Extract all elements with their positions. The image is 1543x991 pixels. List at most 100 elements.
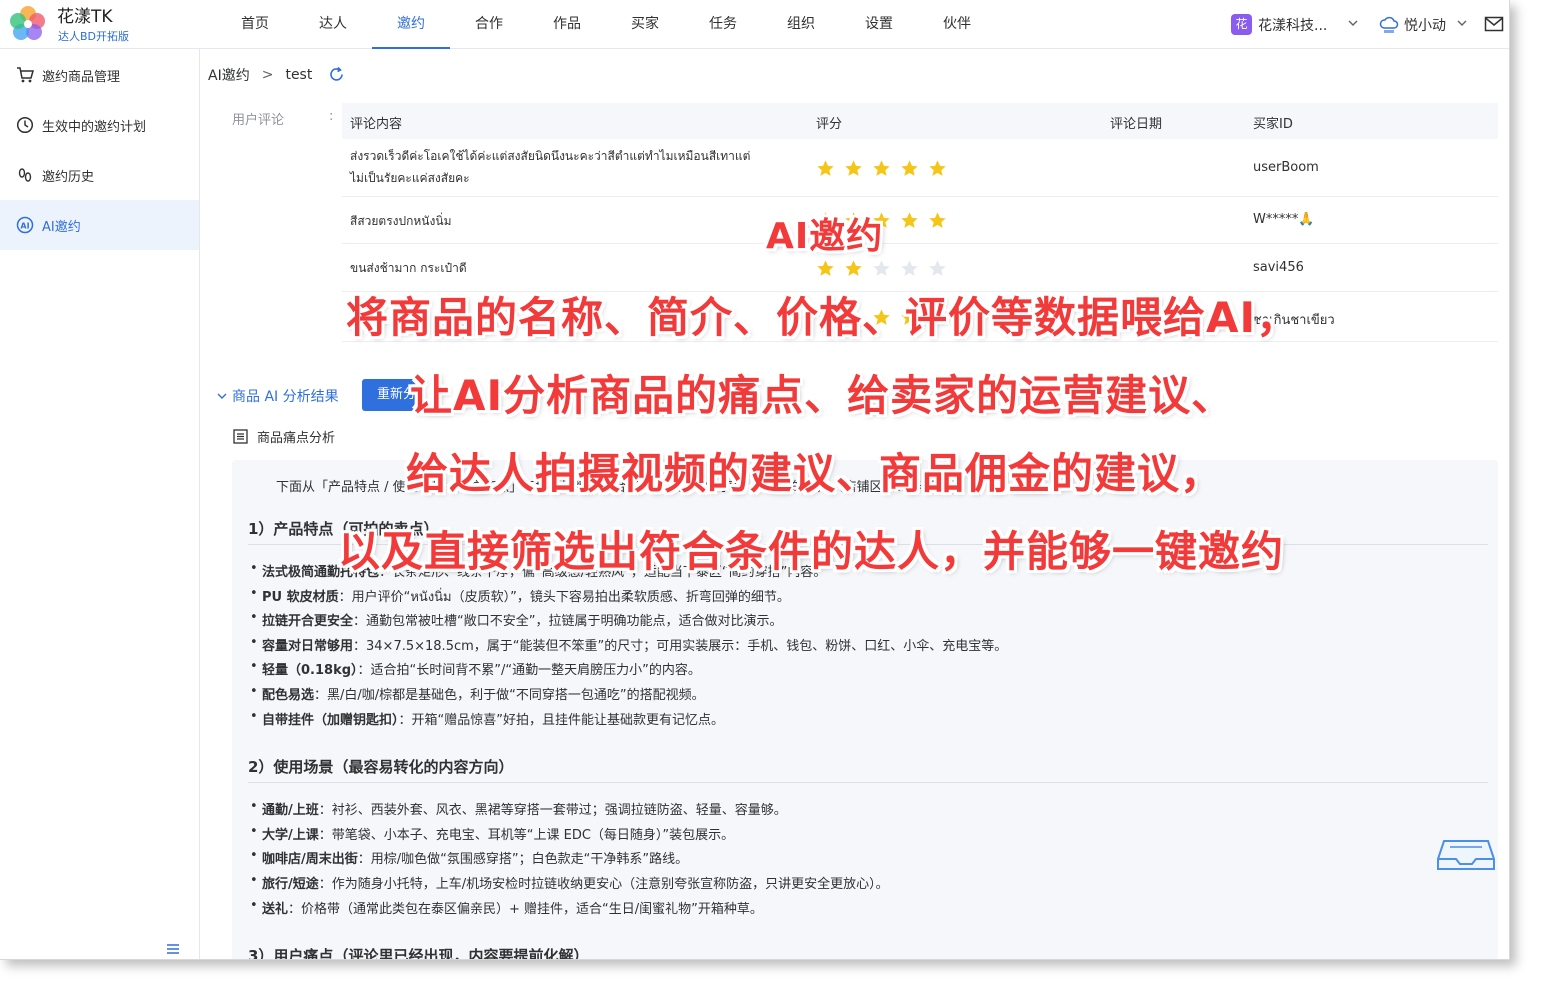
analysis-list-item: PU 软皮材质：用户评价“หนังนิ่ม（皮质软）”，镜头下容易拍出柔软质感、… bbox=[250, 586, 790, 607]
nav-tab[interactable]: 伙伴 bbox=[918, 0, 996, 49]
review-row: สีสวยตรงปกหนังนิ่ม W*****🙏 bbox=[342, 197, 1498, 244]
mail-icon[interactable] bbox=[1484, 15, 1504, 33]
star-icon bbox=[844, 259, 863, 278]
pain-analysis-title-text: 商品痛点分析 bbox=[257, 431, 336, 446]
overlay-line: 给达人拍摄视频的建议、商品佣金的建议， bbox=[406, 449, 1224, 498]
analysis-item-key: 配色易选 bbox=[262, 688, 315, 703]
user-name[interactable]: 悦小动 bbox=[1404, 15, 1446, 35]
ai-result-toggle-label: 商品 AI 分析结果 bbox=[232, 389, 339, 405]
breadcrumb-separator-icon: > bbox=[261, 67, 274, 83]
analysis-item-text: ：价格带（通常此类包在泰区偏亲民）+ 赠挂件，适合“生日/闺蜜礼物”开箱种草。 bbox=[288, 901, 763, 917]
divider bbox=[248, 782, 1488, 784]
review-content-line: ส่งรวดเร็วดีค่ะโอเคใช้ได้ค่ะแต่สงสัยนิดน… bbox=[350, 149, 751, 163]
review-content: ขนส่งช้ามาก กระเป๋าดี bbox=[350, 257, 467, 279]
analysis-item-key: 拉链开合更安全 bbox=[262, 614, 354, 630]
overlay-line: 让AI分析商品的痛点、给卖家的运营建议、 bbox=[410, 371, 1235, 420]
analysis-heading: 3）用户痛点（评论里已经出现，内容要提前化解） bbox=[248, 947, 589, 960]
nav-tab[interactable]: 合作 bbox=[450, 0, 528, 49]
ai-icon: AI bbox=[16, 216, 34, 234]
analysis-item-key: 容量对日常够用 bbox=[262, 638, 354, 654]
star-icon bbox=[928, 211, 947, 230]
nav-tab[interactable]: 组织 bbox=[762, 0, 840, 49]
main-nav: 首页 达人 邀约 合作 作品 买家 任务 组织 设置 伙伴 bbox=[216, 0, 996, 49]
chevron-down-icon bbox=[217, 393, 227, 399]
sidebar-item-label: 邀约历史 bbox=[42, 169, 95, 185]
nav-tab[interactable]: 邀约 bbox=[372, 0, 450, 49]
analysis-item-key: PU 软皮材质 bbox=[262, 589, 339, 605]
star-icon bbox=[872, 259, 891, 278]
sidebar-item-invite-products[interactable]: 邀约商品管理 bbox=[0, 50, 199, 100]
overlay-line: 以及直接筛选出符合条件的达人，并能够一键邀约 bbox=[338, 527, 1285, 576]
nav-tab[interactable]: 首页 bbox=[216, 0, 294, 49]
top-bar: 花漾TK 达人BD开拓版 首页 达人 邀约 合作 作品 买家 任务 组织 设置 伙伴 花 花漾科技… bbox=[0, 0, 1509, 49]
analysis-heading: 2）使用场景（最容易转化的内容方向） bbox=[248, 758, 514, 777]
sidebar-item-ai-invite[interactable]: AI AI邀约 bbox=[0, 200, 199, 250]
inbox-float-icon[interactable] bbox=[1434, 829, 1498, 873]
breadcrumb-current: test bbox=[285, 67, 313, 83]
review-content: สีสวยตรงปกหนังนิ่ม bbox=[350, 210, 451, 232]
analysis-list-item: 拉链开合更安全：通勤包常被吐槽“敞口不安全”，拉链属于明确功能点，适合做对比演示… bbox=[250, 610, 782, 630]
footprint-icon bbox=[18, 168, 32, 182]
sidebar-item-active-plans[interactable]: 生效中的邀约计划 bbox=[0, 100, 199, 150]
analysis-list-item: 咖啡店/周末出街：用棕/咖色做“氛围感穿搭”；白色款走“干净韩系”路线。 bbox=[250, 848, 688, 868]
analysis-item-key: 送礼 bbox=[262, 901, 289, 917]
star-icon bbox=[816, 259, 835, 278]
nav-tab[interactable]: 任务 bbox=[684, 0, 762, 49]
main-content: AI邀约 > test 用户评论 : 评论内容 评分 评论日期 买家ID ส่ง… bbox=[200, 49, 1509, 960]
analysis-item-key: 自带挂件（加赠钥匙扣） bbox=[262, 712, 399, 728]
analysis-item-text: ：开箱“赠品惊喜”好拍，且挂件能让基础款更有记忆点。 bbox=[398, 712, 724, 728]
nav-tab[interactable]: 作品 bbox=[528, 0, 606, 49]
analysis-list-item: 大学/上课：带笔袋、小本子、充电宝、耳机等“上课 EDC（每日随身）”装包展示。 bbox=[250, 824, 735, 843]
star-icon bbox=[900, 159, 919, 178]
column-header: 买家ID bbox=[1253, 117, 1293, 132]
analysis-item-key: 咖啡店/周末出街 bbox=[262, 852, 358, 868]
star-icon bbox=[928, 259, 947, 278]
ai-result-toggle[interactable]: 商品 AI 分析结果 bbox=[216, 386, 339, 406]
refresh-icon[interactable] bbox=[328, 66, 345, 83]
star-icon bbox=[900, 259, 919, 278]
rating-stars bbox=[816, 259, 956, 278]
sidebar-item-label: AI邀约 bbox=[42, 219, 81, 235]
analysis-list-item: 旅行/短途：作为随身小托特，上车/机场安检时拉链收纳更安心（注意别夸张宣称防盗，… bbox=[250, 873, 889, 892]
reviews-field-label: 用户评论 bbox=[232, 113, 285, 128]
buyer-id: userBoom bbox=[1253, 159, 1319, 175]
analysis-list-item: 配色易选：黑/白/咖/棕都是基础色，利于做“不同穿搭一包通吃”的搭配视频。 bbox=[250, 684, 705, 703]
review-content-line: สีสวยตรงปกหนังนิ่ม bbox=[350, 213, 452, 228]
analysis-item-text: ：带笔袋、小本子、充电宝、耳机等“上课 EDC（每日随身）”装包展示。 bbox=[318, 827, 735, 843]
clock-icon bbox=[16, 116, 34, 134]
org-badge[interactable]: 花 bbox=[1231, 14, 1252, 35]
collapse-menu-icon[interactable] bbox=[166, 942, 180, 956]
pain-analysis-title: 商品痛点分析 bbox=[233, 427, 335, 446]
org-name[interactable]: 花漾科技... bbox=[1258, 15, 1327, 35]
analysis-item-text: ：用户评价“หนังนิ่ม（皮质软）”，镜头下容易拍出柔软质感、折弯回弹的细节… bbox=[338, 589, 790, 605]
chevron-down-icon[interactable] bbox=[1346, 16, 1360, 30]
star-icon bbox=[872, 159, 891, 178]
star-icon bbox=[900, 211, 919, 230]
analysis-item-key: 轻量（0.18kg） bbox=[262, 663, 358, 679]
sidebar-item-invite-history[interactable]: 邀约历史 bbox=[0, 150, 199, 200]
column-header: 评论日期 bbox=[1110, 117, 1163, 132]
reviews-table-header: 评论内容 评分 评论日期 买家ID bbox=[342, 103, 1498, 139]
analysis-item-text: ：衬衫、西装外套、风衣、黑裙等穿搭一套带过；强调拉链防盗、轻量、容量够。 bbox=[318, 803, 787, 819]
brand-name: 花漾TK bbox=[57, 7, 113, 27]
cloud-user-icon[interactable] bbox=[1378, 13, 1400, 35]
overlay-line: 将商品的名称、简介、价格、评价等数据喂给AI， bbox=[346, 293, 1300, 342]
analysis-list-item: 容量对日常够用：34×7.5×18.5cm，属于“能装但不笨重”的尺寸；可用实装… bbox=[250, 635, 1008, 654]
nav-tab[interactable]: 达人 bbox=[294, 0, 372, 49]
flower-logo-icon[interactable] bbox=[8, 4, 48, 44]
app-window: 花漾TK 达人BD开拓版 首页 达人 邀约 合作 作品 买家 任务 组织 设置 伙伴 花 花漾科技… bbox=[0, 0, 1510, 960]
nav-tab[interactable]: 设置 bbox=[840, 0, 918, 49]
nav-tab[interactable]: 买家 bbox=[606, 0, 684, 49]
analysis-item-text: ：作为随身小托特，上车/机场安检时拉链收纳更安心（注意别夸张宣称防盗，只讲更安全… bbox=[318, 877, 889, 892]
review-content: ส่งรวดเร็วดีค่ะโอเคใช้ได้ค่ะแต่สงสัยนิดน… bbox=[350, 145, 750, 189]
analysis-item-text: ：黑/白/咖/棕都是基础色，利于做“不同穿搭一包通吃”的搭配视频。 bbox=[314, 688, 705, 703]
reviews-field-colon: : bbox=[329, 109, 334, 124]
analysis-item-key: 大学/上课 bbox=[262, 827, 319, 843]
buyer-id: W*****🙏 bbox=[1253, 212, 1315, 227]
brand-subtitle: 达人BD开拓版 bbox=[58, 30, 130, 43]
sidebar-item-label: 生效中的邀约计划 bbox=[42, 119, 147, 135]
breadcrumb-root[interactable]: AI邀约 bbox=[208, 65, 250, 85]
analysis-item-text: ：34×7.5×18.5cm，属于“能装但不笨重”的尺寸；可用实装展示：手机、钱… bbox=[353, 638, 1008, 654]
analysis-list-item: 自带挂件（加赠钥匙扣）：开箱“赠品惊喜”好拍，且挂件能让基础款更有记忆点。 bbox=[250, 709, 724, 728]
chevron-down-icon[interactable] bbox=[1455, 16, 1469, 30]
